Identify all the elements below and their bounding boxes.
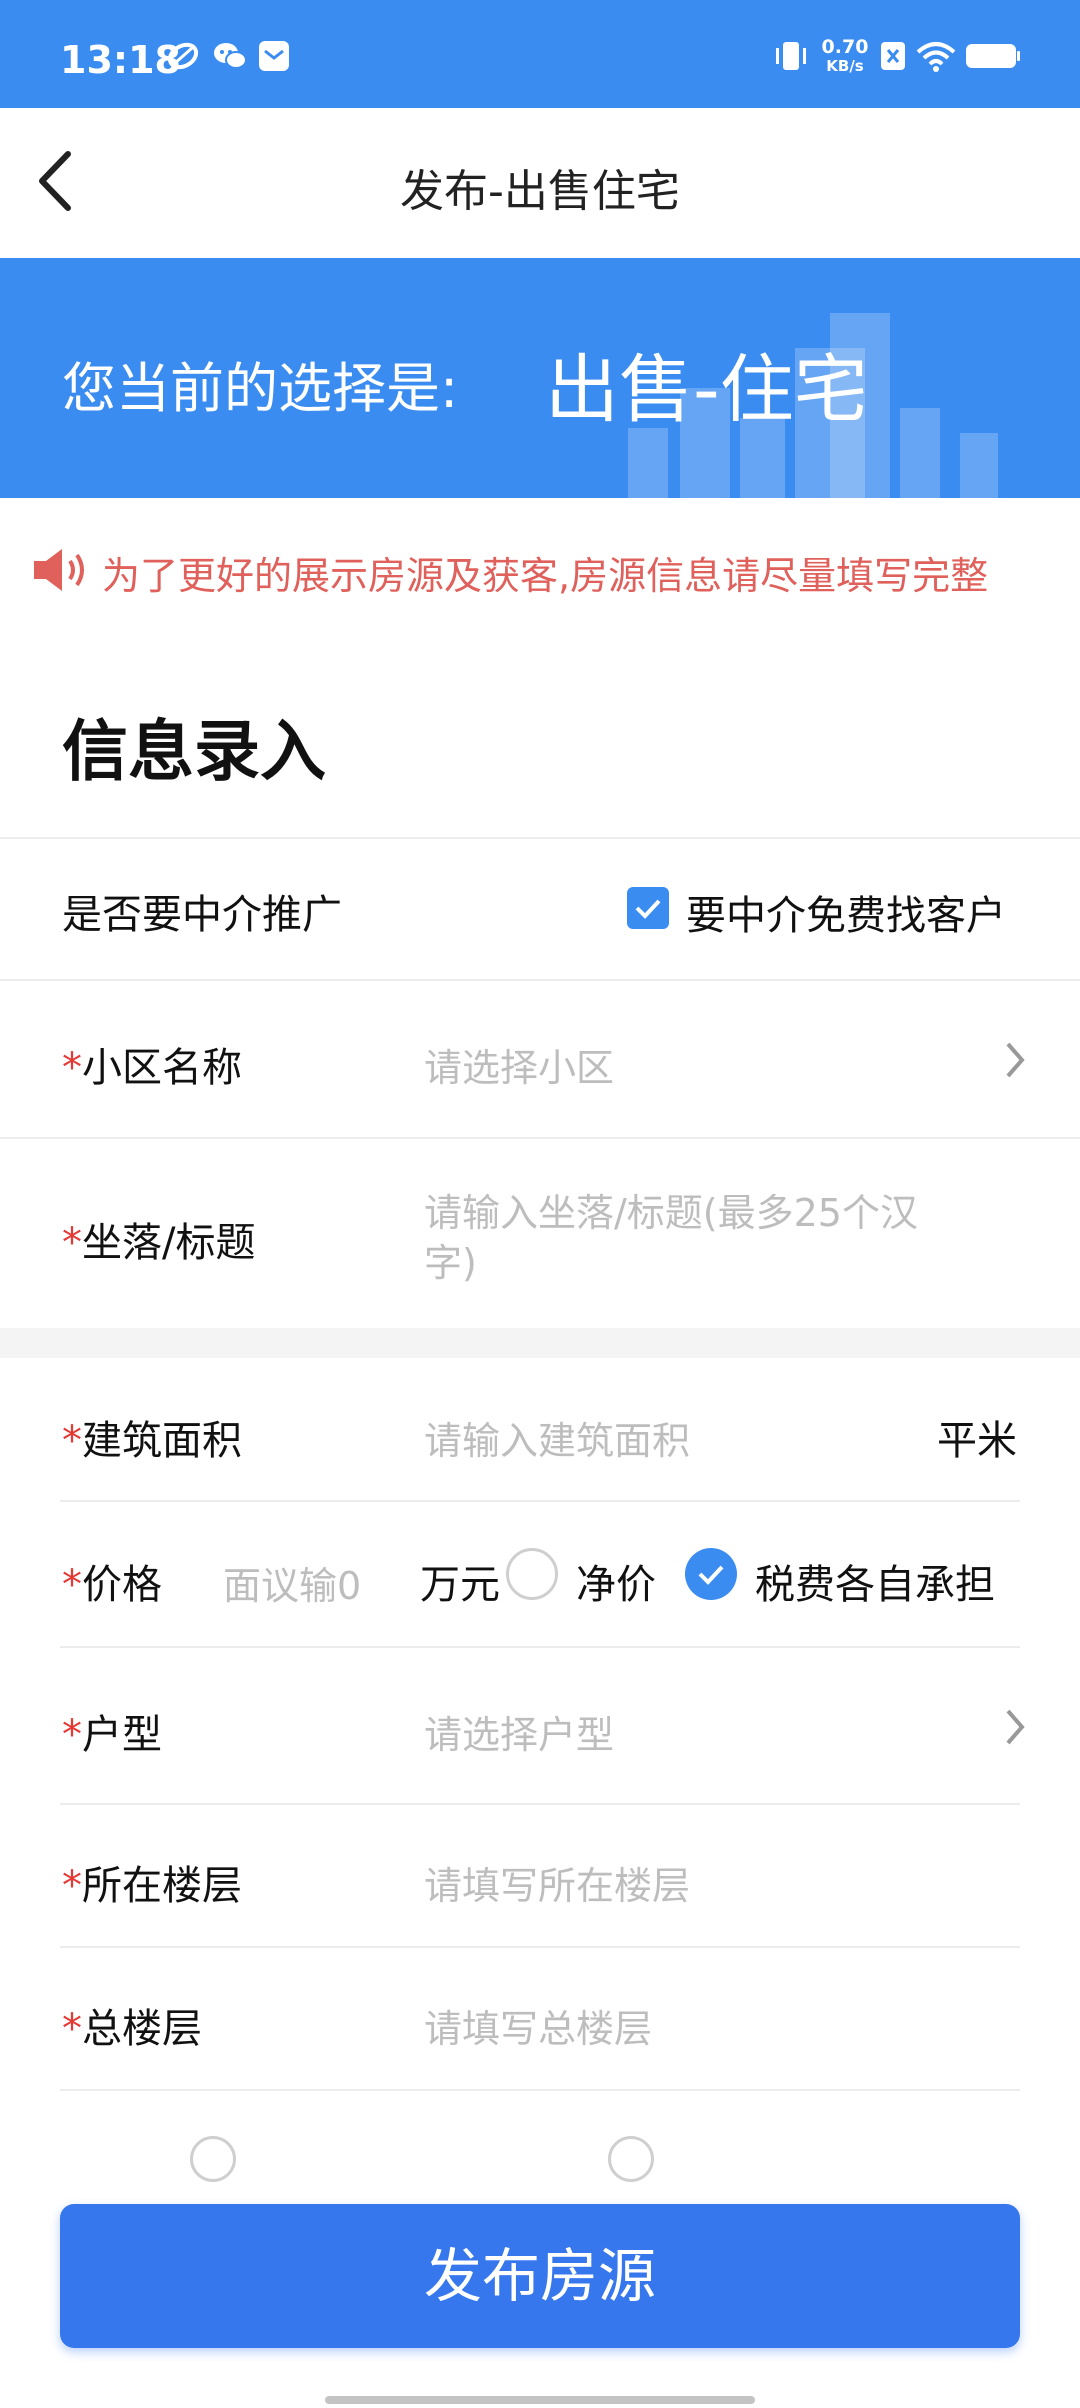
divider [60, 1946, 1020, 1948]
price-input[interactable]: 面议输0 [223, 1555, 361, 1610]
agent-promo-option[interactable]: 要中介免费找客户 [686, 883, 1006, 941]
selection-label: 您当前的选择是: [62, 357, 459, 420]
community-select[interactable]: 请选择小区 [424, 1037, 614, 1092]
price-unit: 万元 [420, 1562, 500, 1608]
divider [60, 1803, 1020, 1805]
location-input[interactable]: 请输入坐落/标题(最多25个汉 字) [424, 1188, 918, 1288]
status-time: 13:18 [60, 38, 181, 82]
message-icon [259, 41, 289, 71]
speaker-icon [34, 549, 84, 591]
net-price-radio[interactable] [506, 1548, 558, 1600]
divider [0, 837, 1080, 839]
agent-promo-label: 是否要中介推广 [62, 892, 342, 938]
chevron-right-icon[interactable] [1000, 1038, 1030, 1082]
wifi-icon [916, 42, 956, 72]
floor-input[interactable]: 请填写所在楼层 [424, 1855, 690, 1910]
total-floors-label: *总楼层 [62, 2006, 202, 2052]
price-label: *价格 [62, 1562, 162, 1608]
divider [60, 1646, 1020, 1648]
selection-value: 出售-住宅 [545, 347, 868, 433]
home-indicator[interactable] [325, 2396, 755, 2404]
chevron-right-icon[interactable] [1000, 1705, 1030, 1749]
publish-button[interactable]: 发布房源 [60, 2204, 1020, 2348]
net-speed: 0.70 KB/s [821, 36, 869, 76]
net-price-label[interactable]: 净价 [576, 1552, 656, 1610]
divider [0, 979, 1080, 981]
area-label: *建筑面积 [62, 1418, 242, 1464]
check-icon [635, 899, 661, 919]
total-floors-input[interactable]: 请填写总楼层 [424, 1998, 652, 2053]
tax-shared-radio[interactable] [685, 1548, 737, 1600]
selection-banner: 您当前的选择是: 出售-住宅 [0, 258, 1080, 498]
area-input[interactable]: 请输入建筑面积 [424, 1410, 690, 1465]
section-gap [0, 1328, 1080, 1358]
notice-bar: 为了更好的展示房源及获客,房源信息请尽量填写完整 [0, 535, 1080, 607]
area-unit: 平米 [937, 1418, 1017, 1464]
banner-building-decoration [900, 408, 940, 498]
location-label: *坐落/标题 [62, 1220, 256, 1266]
nav-bar: 发布-出售住宅 [0, 108, 1080, 258]
app-icon [167, 42, 199, 70]
status-bar: 13:18 0.70 KB/s [0, 0, 1080, 108]
divider [60, 2089, 1020, 2091]
tax-shared-label[interactable]: 税费各自承担 [755, 1552, 995, 1610]
battery-icon [966, 44, 1020, 68]
divider [0, 1137, 1080, 1139]
next-row-radio[interactable] [190, 2136, 236, 2182]
layout-select[interactable]: 请选择户型 [424, 1704, 614, 1759]
check-icon [698, 1565, 724, 1585]
layout-label: *户型 [62, 1712, 162, 1758]
banner-building-decoration [628, 428, 668, 498]
floor-label: *所在楼层 [62, 1863, 242, 1909]
page-title: 发布-出售住宅 [400, 166, 680, 217]
wechat-icon [214, 43, 247, 69]
community-label: *小区名称 [62, 1045, 242, 1091]
agent-promo-checkbox[interactable] [627, 887, 669, 929]
vibrate-icon [776, 42, 806, 70]
divider [60, 1500, 1020, 1502]
banner-building-decoration [960, 433, 998, 498]
sim-off-icon [881, 42, 905, 70]
section-title: 信息录入 [62, 713, 326, 790]
next-row-radio[interactable] [608, 2136, 654, 2182]
notice-text: 为了更好的展示房源及获客,房源信息请尽量填写完整 [102, 554, 989, 598]
